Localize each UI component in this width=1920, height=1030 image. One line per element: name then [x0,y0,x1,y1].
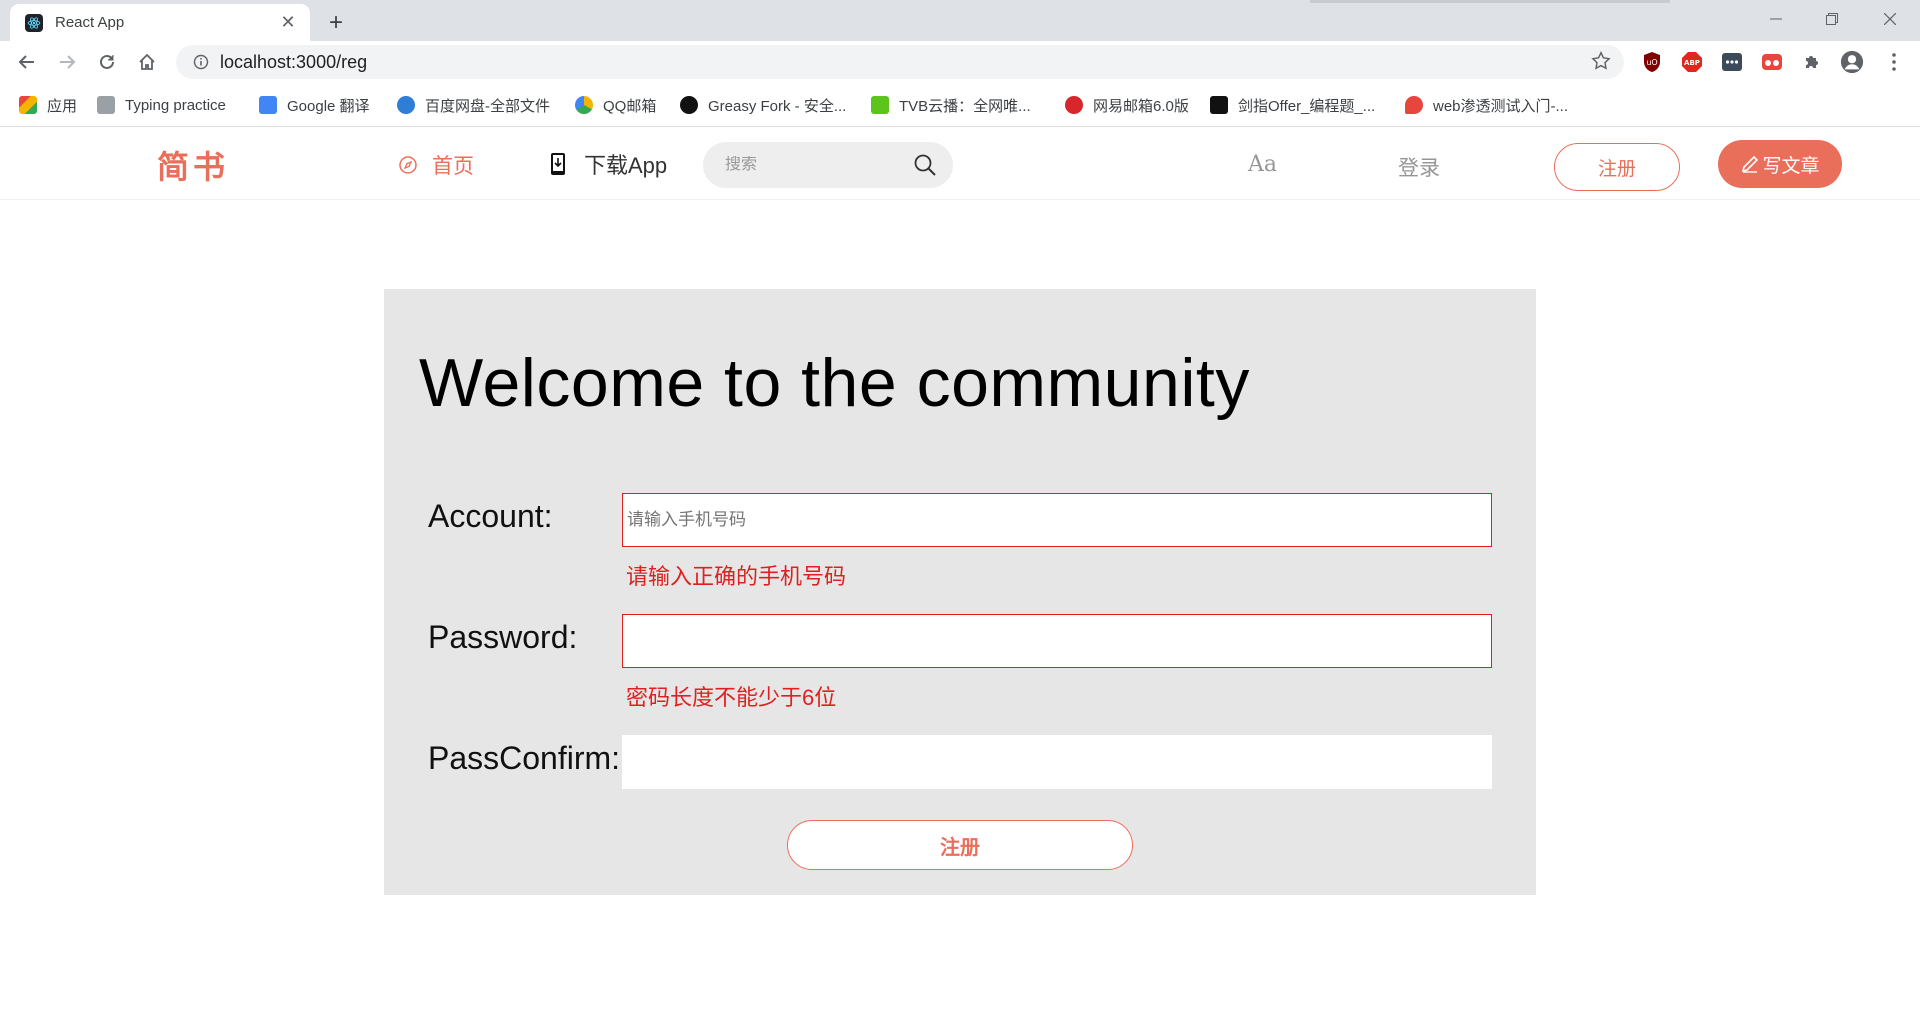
reload-icon[interactable] [91,46,123,78]
flame-icon [1405,96,1423,114]
write-article-button[interactable]: 写文章 [1718,140,1842,188]
nav-home-label: 首页 [432,155,474,178]
svg-text:uO: uO [1646,58,1657,67]
home-icon[interactable] [131,46,163,78]
bookmark-label: 应用 [47,97,78,115]
app-header: 简书 首页 下载App Aa 登录 注册 写文章 [0,128,1920,200]
confirm-password-label: PassConfirm: [428,740,621,776]
nav-download-app[interactable]: 下载App [550,148,667,180]
bookmark-web-pentest[interactable]: web渗透测试入门-... [1405,93,1568,117]
search-input[interactable] [725,156,905,174]
password-input[interactable] [622,614,1492,668]
back-arrow-icon[interactable] [11,46,43,78]
pencil-icon [1740,154,1760,174]
bookmark-typing-practice[interactable]: Typing practice [97,93,226,117]
page-title: Welcome to the community [419,345,1250,421]
baidu-cloud-icon [397,96,415,114]
register-panel: Welcome to the community Account: 请输入正确的… [384,289,1536,895]
nowcoder-icon [1210,96,1228,114]
bookmark-netease-mail[interactable]: 网易邮箱6.0版 [1065,93,1189,117]
search-box [703,142,953,188]
account-input[interactable] [622,493,1492,547]
bookmark-label: 百度网盘-全部文件 [425,97,550,115]
red-extension-icon[interactable] [1760,50,1784,74]
browser-toolbar: localhost:3000/reg uO ABP [0,41,1920,82]
bookmark-tvb[interactable]: TVB云播：全网唯... [871,93,1031,117]
bookmark-label: web渗透测试入门-... [1433,97,1569,115]
extensions-puzzle-icon[interactable] [1800,50,1824,74]
ublock-extension-icon[interactable]: uO [1640,50,1664,74]
forward-arrow-icon[interactable] [51,46,83,78]
bookmark-label: 剑指Offer_编程题_... [1238,97,1376,115]
account-label: Account: [428,498,553,534]
tab-strip-shadow [1310,0,1670,3]
bookmark-label: TVB云播：全网唯... [899,97,1031,115]
tab-title: React App [55,14,125,31]
qq-mail-icon [575,96,593,114]
new-tab-button[interactable]: + [322,9,350,37]
bookmark-greasy-fork[interactable]: Greasy Fork - 安全... [680,93,846,117]
password-error: 密码长度不能少于6位 [626,685,837,710]
apps-grid-icon [19,96,37,114]
tvb-cloud-icon [871,96,889,114]
compass-icon [398,155,418,175]
browser-tab-strip: React App ✕ + [0,0,1920,41]
bookmark-apps[interactable]: 应用 [19,93,77,117]
bookmark-jianzhi-offer[interactable]: 剑指Offer_编程题_... [1210,93,1375,117]
bookmark-label: Greasy Fork - 安全... [708,97,847,115]
bookmark-label: Google 翻译 [287,97,370,115]
react-favicon-icon [25,13,43,32]
submit-register-button[interactable]: 注册 [787,820,1133,870]
profile-avatar-icon[interactable] [1840,50,1864,74]
site-logo[interactable]: 简书 [157,142,229,188]
bookmark-google-translate[interactable]: Google 翻译 [259,93,370,117]
password-label: Password: [428,619,578,655]
phone-download-icon [550,152,566,176]
restore-button[interactable] [1804,0,1860,38]
bookmark-baidu-pan[interactable]: 百度网盘-全部文件 [397,93,550,117]
bookmark-label: Typing practice [125,96,226,114]
greasy-fork-icon [680,96,698,114]
netease-mail-icon [1065,96,1083,114]
close-window-button[interactable] [1862,0,1918,38]
minimize-button[interactable] [1748,0,1804,38]
nav-download-label: 下载App [584,153,668,178]
bookmark-qq-mail[interactable]: QQ邮箱 [575,93,656,117]
confirm-password-input[interactable] [622,735,1492,789]
address-bar[interactable]: localhost:3000/reg [176,45,1624,79]
bookmark-label: 网易邮箱6.0版 [1093,97,1189,115]
browser-tab[interactable]: React App ✕ [10,4,310,41]
nav-home[interactable]: 首页 [398,150,474,180]
account-error: 请输入正确的手机号码 [626,564,847,589]
write-article-label: 写文章 [1762,155,1820,177]
tab-close-icon[interactable]: ✕ [278,12,298,33]
keyboard-icon [97,96,115,114]
login-link[interactable]: 登录 [1398,152,1440,182]
svg-text:ABP: ABP [1684,59,1700,67]
url-text: localhost:3000/reg [220,51,368,72]
font-size-aa-icon[interactable]: Aa [1248,152,1277,177]
search-icon[interactable] [913,153,937,182]
google-translate-icon [259,96,277,114]
dots-extension-icon[interactable] [1720,50,1744,74]
register-button[interactable]: 注册 [1554,143,1680,191]
bookmark-label: QQ邮箱 [603,97,657,115]
bookmark-star-icon[interactable] [1590,50,1614,74]
browser-menu-icon[interactable] [1882,50,1906,74]
site-info-icon[interactable] [184,45,218,79]
bookmarks-bar: 应用 Typing practice Google 翻译 百度网盘-全部文件 Q… [0,82,1920,127]
adblock-plus-extension-icon[interactable]: ABP [1680,50,1704,74]
